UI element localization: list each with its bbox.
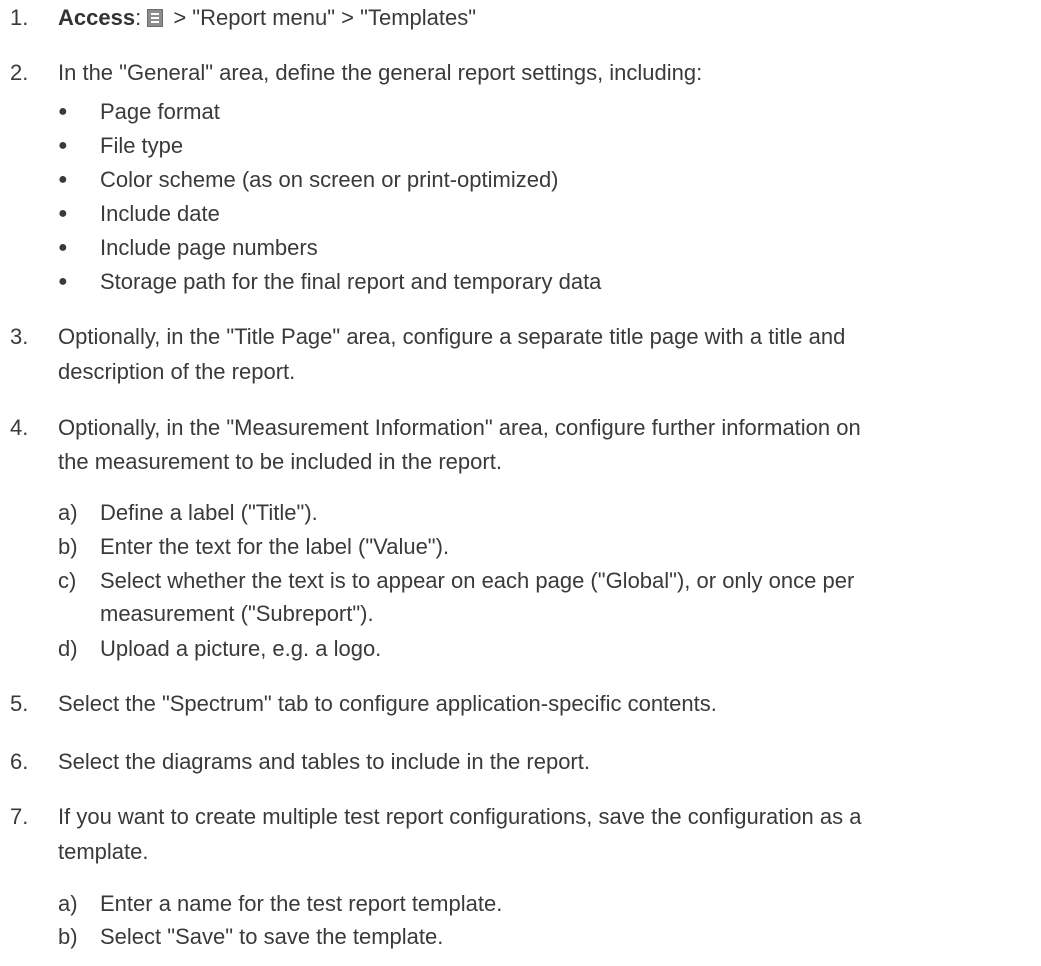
step-number: 6. [10, 749, 29, 774]
bullet-text: Storage path for the final report and te… [100, 269, 602, 294]
substep-letter: c) [58, 568, 77, 593]
step-number: 3. [10, 324, 29, 349]
step-text: template. [58, 839, 149, 864]
step-text: Select the diagrams and tables to includ… [58, 749, 590, 774]
bullet-icon: ● [58, 171, 68, 188]
substep-letter: b) [58, 534, 78, 559]
bullet-text: File type [100, 133, 184, 158]
bullet-icon: ● [58, 273, 68, 290]
substep-text: Enter the text for the label ("Value"). [100, 534, 450, 559]
substep-text: Define a label ("Title"). [100, 500, 318, 525]
step-number: 1. [10, 5, 29, 30]
substep-letter: b) [58, 924, 78, 949]
bullet-icon: ● [58, 103, 68, 120]
report-menu-icon [147, 9, 164, 27]
step-number: 4. [10, 415, 29, 440]
substep-letter: d) [58, 636, 78, 661]
substep-letter: a) [58, 500, 78, 525]
step-text: the measurement to be included in the re… [58, 449, 502, 474]
step-number: 7. [10, 804, 29, 829]
bullet-text: Include date [100, 201, 220, 226]
step-text: If you want to create multiple test repo… [58, 804, 862, 829]
substep-text: Enter a name for the test report templat… [100, 891, 503, 916]
bullet-icon: ● [58, 239, 68, 256]
access-separator: : [135, 5, 142, 30]
step-text: description of the report. [58, 359, 296, 384]
bullet-text: Page format [100, 99, 220, 124]
bullet-icon: ● [58, 137, 68, 154]
step-number: 5. [10, 691, 29, 716]
bullet-text: Include page numbers [100, 235, 318, 260]
substep-letter: a) [58, 891, 78, 916]
substep-text: Upload a picture, e.g. a logo. [100, 636, 382, 661]
step-text: Optionally, in the "Measurement Informat… [58, 415, 861, 440]
substep-text: Select "Save" to save the template. [100, 924, 444, 949]
step-text: In the "General" area, define the genera… [58, 60, 703, 85]
access-label: Access [58, 5, 136, 30]
substep-text: Select whether the text is to appear on … [100, 568, 855, 593]
bullet-icon: ● [58, 205, 68, 222]
access-path: > "Report menu" > "Templates" [167, 5, 477, 30]
step-text: Optionally, in the "Title Page" area, co… [58, 324, 846, 349]
bullet-text: Color scheme (as on screen or print-opti… [100, 167, 559, 192]
step-text: Select the "Spectrum" tab to configure a… [58, 691, 717, 716]
substep-text: measurement ("Subreport"). [100, 601, 374, 626]
step-number: 2. [10, 60, 29, 85]
